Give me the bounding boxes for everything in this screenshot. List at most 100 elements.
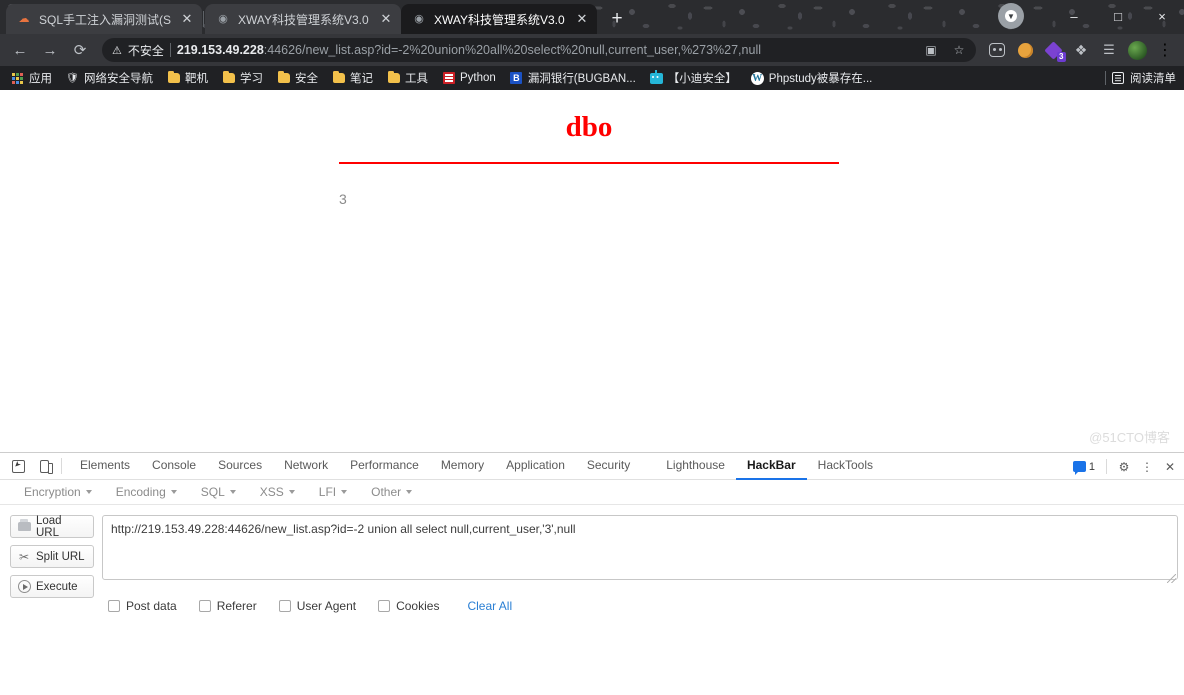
referer-checkbox[interactable] (198, 600, 211, 612)
tab-hacktools[interactable]: HackTools (807, 453, 884, 480)
clear-all-link[interactable]: Clear All (467, 599, 512, 613)
option-label: Cookies (396, 599, 440, 613)
chevron-down-icon (170, 490, 177, 494)
reading-list-icon[interactable]: ☰ (1096, 37, 1122, 63)
bookmark-label: Python (460, 72, 496, 84)
bookmark-python[interactable]: Python (435, 68, 503, 88)
cookie-editor-icon[interactable] (1012, 37, 1038, 63)
load-url-icon (17, 519, 31, 534)
wappalyzer-icon[interactable]: 3 (1040, 37, 1066, 63)
back-icon[interactable]: ← (6, 36, 34, 64)
tab-lighthouse[interactable]: Lighthouse (655, 453, 736, 480)
bookmark-label: 学习 (240, 73, 263, 85)
browser-tab-3[interactable]: ◉ XWAY科技管理系统V3.0 ✕ (401, 4, 597, 34)
cookies-checkbox[interactable] (378, 600, 391, 612)
chevron-down-icon (229, 490, 236, 494)
bookmark-apps[interactable]: 应用 (4, 68, 59, 88)
message-count-badge[interactable]: 1 (1069, 461, 1099, 475)
gear-icon[interactable]: ⚙ (1114, 457, 1134, 477)
tab-close-icon-1[interactable]: ✕ (178, 10, 196, 28)
user-agent-checkbox[interactable] (278, 600, 291, 612)
extensions-puzzle-icon[interactable]: ❖ (1068, 37, 1094, 63)
reading-list-icon (1112, 72, 1124, 84)
kebab-menu-icon[interactable]: ⋮ (1137, 457, 1157, 477)
hackbar-menu-encoding[interactable]: Encoding (104, 480, 189, 505)
hackbar-menu-lfi[interactable]: LFI (307, 480, 359, 505)
bookmark-folder-tools[interactable]: 工具 (380, 68, 435, 88)
option-cookies[interactable]: Cookies (378, 599, 439, 613)
tab-close-icon-3[interactable]: ✕ (573, 10, 591, 28)
bookmark-folder-notes[interactable]: 笔记 (325, 68, 380, 88)
watermark-text: @51CTO博客 (1089, 430, 1170, 445)
folder-icon (222, 70, 235, 85)
page-title: dbo (565, 111, 613, 143)
hackbar-menu-sql[interactable]: SQL (189, 480, 248, 505)
bookmark-folder-targets[interactable]: 靶机 (160, 68, 215, 88)
translate-icon[interactable]: ▣ (920, 39, 942, 61)
new-tab-button[interactable]: + (603, 5, 631, 33)
folder-icon (332, 70, 345, 85)
tab-application[interactable]: Application (495, 453, 576, 480)
inspect-cursor-icon[interactable] (5, 454, 31, 478)
reading-list-entry[interactable]: 阅读清单 (1105, 70, 1180, 86)
browser-title-bar: ☁ SQL手工注入漏洞测试(Sql Serve ✕ ◉ XWAY科技管理系统V3… (0, 0, 1184, 34)
profile-chip-icon[interactable]: ▼ (998, 3, 1024, 29)
hackbar-menu-other[interactable]: Other (359, 480, 424, 505)
folder-icon (387, 70, 400, 85)
bookmark-netsec-nav[interactable]: 🛡 网络安全导航 (59, 68, 160, 88)
split-url-button[interactable]: ✂ Split URL (10, 545, 94, 568)
browser-tab-2[interactable]: ◉ XWAY科技管理系统V3.0 ✕ (205, 4, 401, 34)
injected-value-text: 3 (339, 190, 347, 207)
address-bar[interactable]: ⚠ 不安全 219.153.49.228:44626/new_list.asp?… (102, 38, 976, 62)
option-post-data[interactable]: Post data (108, 599, 177, 613)
bookmark-bugbank[interactable]: B 漏洞银行(BUGBAN... (503, 68, 643, 88)
bookmark-label: 应用 (29, 73, 52, 85)
execute-button[interactable]: Execute (10, 575, 94, 598)
url-text: 219.153.49.228:44626/new_list.asp?id=-2%… (177, 43, 914, 57)
tab-performance[interactable]: Performance (339, 453, 430, 480)
close-window-button[interactable]: × (1140, 0, 1184, 32)
folder-icon (277, 70, 290, 85)
hackbar-menu-xss[interactable]: XSS (248, 480, 307, 505)
option-referer[interactable]: Referer (198, 599, 257, 613)
device-toolbar-icon[interactable] (31, 454, 57, 478)
tab-close-icon-2[interactable]: ✕ (377, 10, 395, 28)
chrome-menu-icon[interactable]: ⋮ (1152, 37, 1178, 63)
star-icon[interactable]: ☆ (948, 39, 970, 61)
bookmark-phpstudy[interactable]: W Phpstudy被暴存在... (744, 68, 880, 88)
chevron-down-icon: ▼ (1005, 10, 1017, 22)
hackbar-body: Load URL ✂ Split URL Execute Post data (0, 505, 1184, 690)
minimize-button[interactable]: – (1052, 0, 1096, 32)
tab-sources[interactable]: Sources (207, 453, 273, 480)
tab-memory[interactable]: Memory (430, 453, 495, 480)
devtools-panel: Elements Console Sources Network Perform… (0, 452, 1184, 690)
bookmarks-divider (1105, 71, 1106, 85)
reload-icon[interactable]: ⟳ (66, 36, 94, 64)
tab-elements[interactable]: Elements (69, 453, 141, 480)
browser-tab-1[interactable]: ☁ SQL手工注入漏洞测试(Sql Serve ✕ (6, 4, 202, 34)
button-label: Load URL (36, 514, 62, 539)
hackbar-menu-encryption[interactable]: Encryption (12, 480, 104, 505)
maximize-button[interactable]: □ (1096, 0, 1140, 32)
post-data-checkbox[interactable] (108, 600, 120, 612)
execute-play-icon (17, 580, 31, 594)
bookmark-folder-study[interactable]: 学习 (215, 68, 270, 88)
option-user-agent[interactable]: User Agent (278, 599, 356, 613)
tab-console[interactable]: Console (141, 453, 207, 480)
wappalyzer-badge-count: 3 (1056, 52, 1066, 62)
load-url-button[interactable]: Load URL (10, 514, 94, 539)
bookmark-xiaodi-security[interactable]: 【小迪安全】 (643, 68, 744, 88)
close-icon[interactable]: ✕ (1160, 457, 1180, 477)
tab-security[interactable]: Security (576, 453, 641, 480)
window-controls: – □ × (1052, 0, 1184, 32)
hackbar-input-area: Post data Referer User Agent Cookies Cle… (102, 515, 1178, 690)
bookmark-manager-icon[interactable] (984, 37, 1010, 63)
forward-icon[interactable]: → (36, 36, 64, 64)
bookmark-folder-security[interactable]: 安全 (270, 68, 325, 88)
profile-avatar-icon[interactable] (1124, 37, 1150, 63)
tab-hackbar[interactable]: HackBar (735, 453, 807, 480)
bugbank-blue-icon: B (510, 72, 523, 85)
tab-network[interactable]: Network (273, 453, 339, 480)
split-url-scissors-icon: ✂ (18, 549, 30, 564)
url-input-textarea[interactable] (102, 515, 1178, 580)
